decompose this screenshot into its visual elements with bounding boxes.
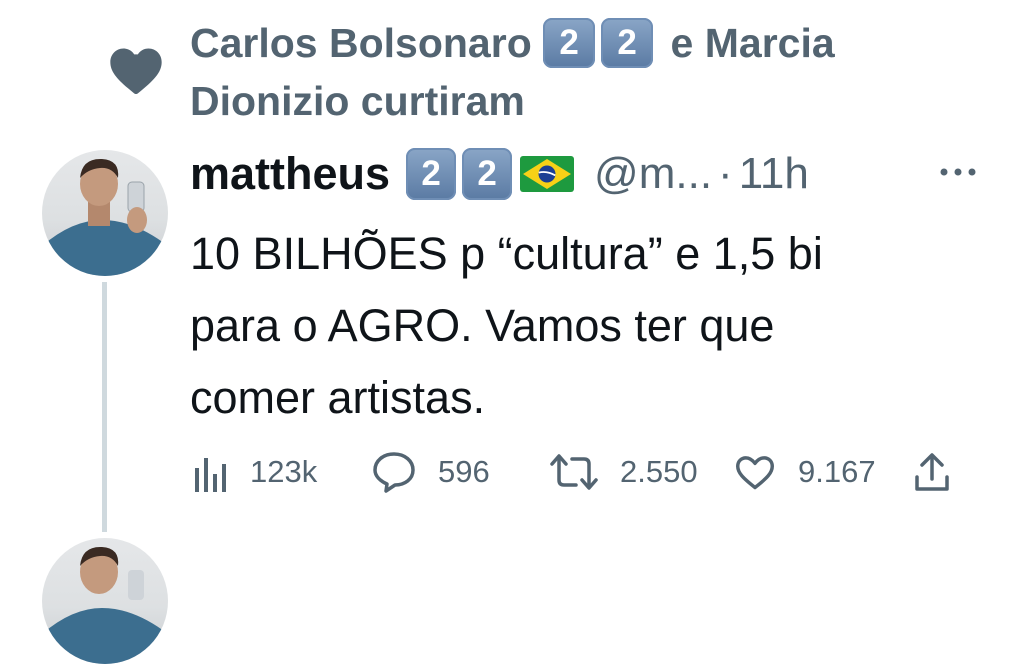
repost-count: 2.550 (620, 454, 698, 489)
tweet-text-line: 10 BILHÕES p “cultura” e 1,5 bi (190, 228, 823, 279)
share-button[interactable] (914, 448, 950, 496)
like-count: 9.167 (798, 454, 876, 489)
brazil-flag-icon (520, 156, 575, 192)
avatar-photo (42, 158, 168, 276)
views-chart-icon (195, 458, 226, 492)
heart-outline-icon (736, 456, 774, 490)
badge-keycap: 2 (462, 148, 513, 200)
reply-icon (373, 452, 415, 493)
badge-keycap: 2 (406, 148, 457, 200)
repost-button[interactable]: 2.550 (550, 448, 698, 496)
social-context-text: Carlos Bolsonaro 22 e Marcia Dionizio cu… (190, 14, 990, 130)
avatar[interactable] (42, 538, 168, 664)
tweet-header: mattheus 2 2 @m... · 11h (190, 142, 1000, 206)
repost-icon (550, 454, 598, 490)
heart-icon (110, 48, 162, 95)
reply-button[interactable]: 596 (372, 448, 490, 496)
avatar-photo (42, 546, 168, 664)
like-button[interactable]: 9.167 (734, 448, 876, 496)
tweet-text-line: para o AGRO. Vamos ter que (190, 300, 775, 351)
badge-keycap: 2 (601, 18, 654, 68)
avatar[interactable] (42, 150, 168, 276)
thread-connector-line (102, 282, 107, 532)
share-icon (915, 453, 949, 491)
timestamp[interactable]: 11h (739, 149, 809, 199)
action-bar: 123k 596 2.550 9.167 (190, 448, 970, 496)
social-context: Carlos Bolsonaro 22 e Marcia Dionizio cu… (0, 0, 1024, 130)
reply-count: 596 (438, 454, 490, 489)
user-handle[interactable]: @m... (594, 149, 712, 199)
liker-name-1[interactable]: Carlos Bolsonaro (190, 20, 532, 66)
liker-name-2[interactable]: e Marcia (671, 20, 835, 66)
badge-keycap: 2 (543, 18, 596, 68)
views-button[interactable]: 123k (194, 448, 317, 496)
tweet-text-line: comer artistas. (190, 372, 486, 423)
tweet-text: 10 BILHÕES p “cultura” e 1,5 bi para o A… (190, 218, 990, 434)
social-context-line-2: Dionizio curtiram (190, 78, 525, 124)
more-options-icon[interactable] (938, 162, 978, 182)
separator-dot: · (718, 149, 733, 198)
display-name[interactable]: mattheus (190, 148, 390, 200)
views-count: 123k (250, 454, 318, 489)
